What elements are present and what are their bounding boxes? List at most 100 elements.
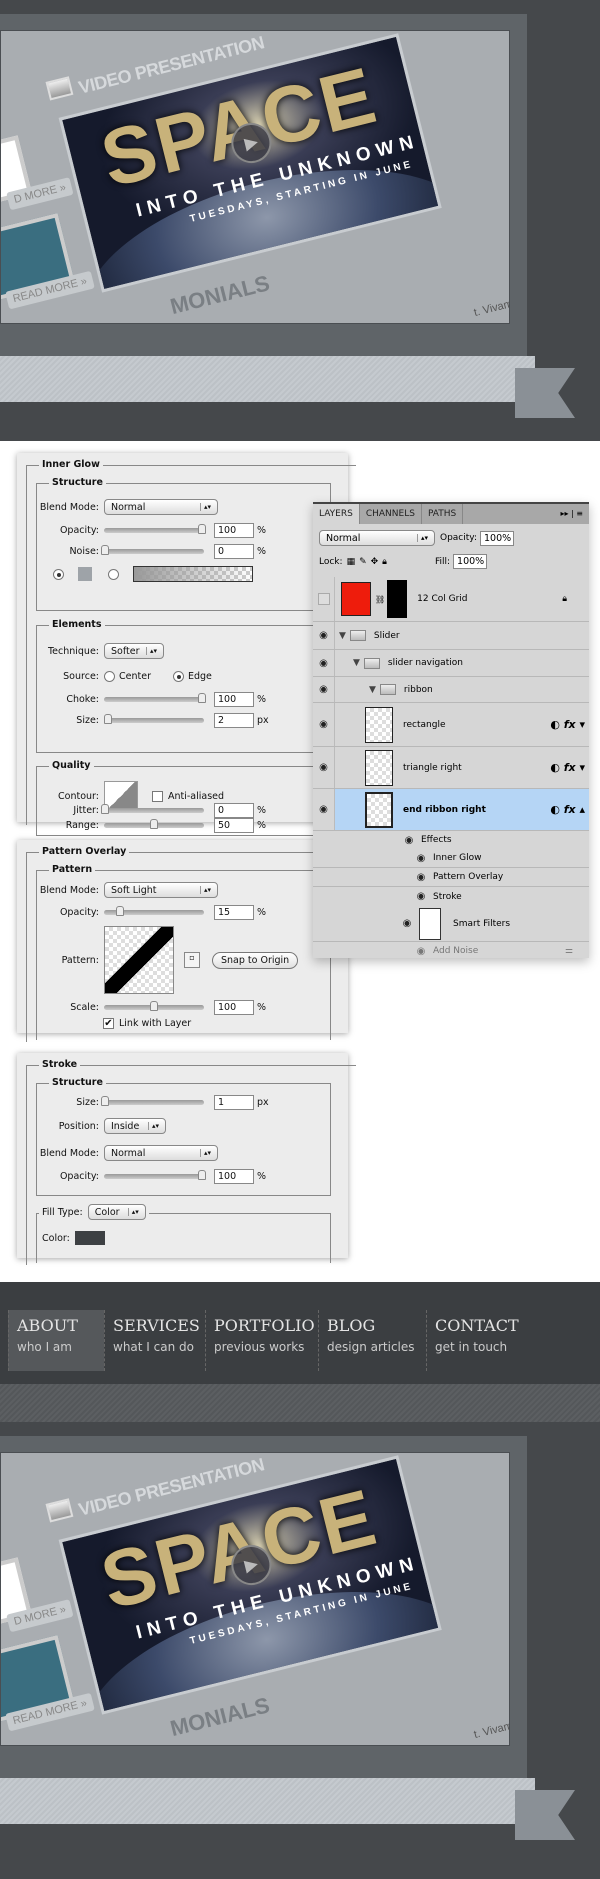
expand-triangle-icon[interactable]: ▼: [339, 631, 346, 641]
lock-transparency-icon[interactable]: ▦: [347, 557, 356, 567]
position-select[interactable]: Inside ▴▾: [104, 1118, 166, 1134]
size-input[interactable]: 1: [214, 1095, 254, 1110]
choke-slider[interactable]: [104, 693, 206, 703]
source-edge-radio[interactable]: [172, 671, 184, 682]
effect-item[interactable]: ◉ Inner Glow: [313, 849, 589, 868]
label: Opacity:: [59, 907, 99, 918]
eye-icon[interactable]: ◉: [316, 719, 332, 730]
snap-to-origin-button[interactable]: Snap to Origin: [212, 951, 299, 969]
technique-select[interactable]: Softer ▴▾: [104, 643, 164, 659]
lock-move-icon[interactable]: ✥: [371, 557, 379, 567]
eye-icon[interactable]: ◉: [316, 630, 332, 641]
eye-icon[interactable]: ◉: [316, 658, 332, 669]
size-slider[interactable]: [104, 714, 204, 724]
effect-item[interactable]: ◉ Stroke: [313, 887, 589, 906]
label: Source:: [63, 671, 99, 682]
nav-subtitle: previous works: [214, 1340, 305, 1354]
jitter-input[interactable]: 0: [214, 803, 254, 818]
opacity-input[interactable]: 100: [214, 523, 254, 538]
opacity-slider[interactable]: [104, 906, 204, 916]
scale-slider[interactable]: [104, 1001, 204, 1011]
layer-row[interactable]: ⛓ 12 Col Grid 🔒︎: [313, 577, 589, 622]
tab-paths[interactable]: PATHS: [422, 504, 464, 524]
fx-icon[interactable]: ◐ fx ▾: [550, 761, 585, 774]
source-center-radio[interactable]: [104, 671, 115, 682]
nav-item-contact[interactable]: CONTACT get in touch: [426, 1310, 519, 1371]
smart-filters-row[interactable]: ◉ Smart Filters: [313, 906, 589, 942]
nav-item-blog[interactable]: BLOG design articles: [318, 1310, 426, 1371]
new-preset-icon[interactable]: ▫: [184, 952, 200, 968]
blend-mode-select[interactable]: Soft Light ▴▾: [104, 882, 218, 898]
stroke-color-swatch[interactable]: [74, 1231, 105, 1245]
folder-icon: [363, 657, 380, 669]
glow-color-swatch[interactable]: [78, 567, 92, 581]
tab-channels[interactable]: CHANNELS: [360, 504, 422, 524]
ribbon: [0, 1778, 535, 1824]
blend-mode-select[interactable]: Normal ▴▾: [104, 1145, 218, 1161]
label: Range:: [65, 820, 99, 831]
layer-name: slider navigation: [387, 658, 463, 668]
layer-group[interactable]: ◉ ▼ slider navigation: [313, 650, 589, 677]
nav-item-about[interactable]: ABOUT who I am: [8, 1310, 104, 1371]
fill-type-select[interactable]: Color ▴▾: [87, 1204, 146, 1220]
panel-menu-icon[interactable]: ▸▸ | ≡: [554, 504, 589, 524]
effect-item[interactable]: ◉ Pattern Overlay: [313, 868, 589, 887]
expand-triangle-icon[interactable]: ▼: [369, 685, 376, 695]
unit: %: [257, 546, 267, 557]
expand-triangle-icon[interactable]: ▼: [353, 658, 360, 668]
scale-input[interactable]: 100: [214, 1000, 254, 1015]
label: Jitter:: [73, 805, 99, 816]
nav-item-portfolio[interactable]: PORTFOLIO previous works: [205, 1310, 318, 1371]
pattern-picker[interactable]: [104, 926, 174, 994]
layer-group[interactable]: ◉ ▼ ribbon: [313, 677, 589, 703]
noise-input[interactable]: 0: [214, 544, 254, 559]
eye-icon[interactable]: ◉: [316, 684, 332, 695]
layer-row[interactable]: ◉ rectangle ◐ fx ▾: [313, 703, 589, 747]
layer-row[interactable]: ◉ triangle right ◐ fx ▾: [313, 747, 589, 789]
eye-icon[interactable]: ◉: [316, 804, 332, 815]
effects-row[interactable]: ◉ Effects: [313, 831, 589, 849]
eye-icon[interactable]: ◉: [399, 918, 415, 929]
opacity-input[interactable]: 15: [214, 905, 254, 920]
panel-title: Inner Glow: [39, 459, 103, 470]
gradient-radio[interactable]: [108, 568, 119, 580]
website-screen: D MORE » READ MORE » VIDEO PRESENTATION …: [0, 30, 510, 324]
opacity-slider[interactable]: [104, 524, 206, 534]
layer-group[interactable]: ◉ ▼ Slider: [313, 622, 589, 650]
layer-blend-select[interactable]: Normal ▴▾: [319, 530, 435, 546]
eye-icon[interactable]: ◉: [413, 891, 429, 902]
solid-color-radio[interactable]: [53, 568, 64, 580]
layer-row-selected[interactable]: ◉ end ribbon right ◐ fx ▴: [313, 789, 589, 831]
jitter-slider[interactable]: [101, 804, 204, 814]
range-slider[interactable]: [104, 819, 204, 829]
size-input[interactable]: 2: [214, 713, 254, 728]
opacity-input[interactable]: 100: [214, 1169, 254, 1184]
anti-aliased-checkbox[interactable]: [152, 790, 163, 802]
fx-icon[interactable]: ◐ fx ▴: [550, 803, 585, 816]
eye-icon[interactable]: ◉: [413, 853, 429, 864]
eye-icon[interactable]: ◉: [413, 872, 429, 883]
choke-input[interactable]: 100: [214, 692, 254, 707]
noise-slider[interactable]: [101, 545, 204, 555]
lock-all-icon[interactable]: 🔒︎: [382, 557, 387, 567]
group-title: Structure: [49, 1077, 106, 1088]
link-with-layer-checkbox[interactable]: ✔: [103, 1018, 114, 1029]
label: Fill Type:: [42, 1206, 83, 1218]
layer-fill-input[interactable]: 100%: [453, 554, 488, 569]
size-slider[interactable]: [101, 1096, 204, 1106]
visibility-toggle[interactable]: [317, 593, 330, 605]
eye-icon[interactable]: ◉: [401, 835, 417, 846]
gradient-picker[interactable]: [133, 566, 253, 582]
tab-layers[interactable]: LAYERS: [313, 504, 360, 524]
layer-opacity-input[interactable]: 100%: [480, 530, 514, 546]
filter-item[interactable]: ◉ Add Noise ⚌: [313, 942, 589, 960]
lock-brush-icon[interactable]: ✎: [359, 557, 367, 567]
nav-item-services[interactable]: SERVICES what I can do: [104, 1310, 205, 1371]
range-input[interactable]: 50: [214, 818, 254, 833]
blend-mode-select[interactable]: Normal ▴▾: [104, 499, 218, 515]
opacity-slider[interactable]: [104, 1170, 206, 1180]
eye-icon[interactable]: ◉: [316, 762, 332, 773]
fx-icon[interactable]: ◐ fx ▾: [550, 718, 585, 731]
filter-options-icon[interactable]: ⚌: [565, 946, 573, 956]
eye-icon[interactable]: ◉: [413, 946, 429, 957]
